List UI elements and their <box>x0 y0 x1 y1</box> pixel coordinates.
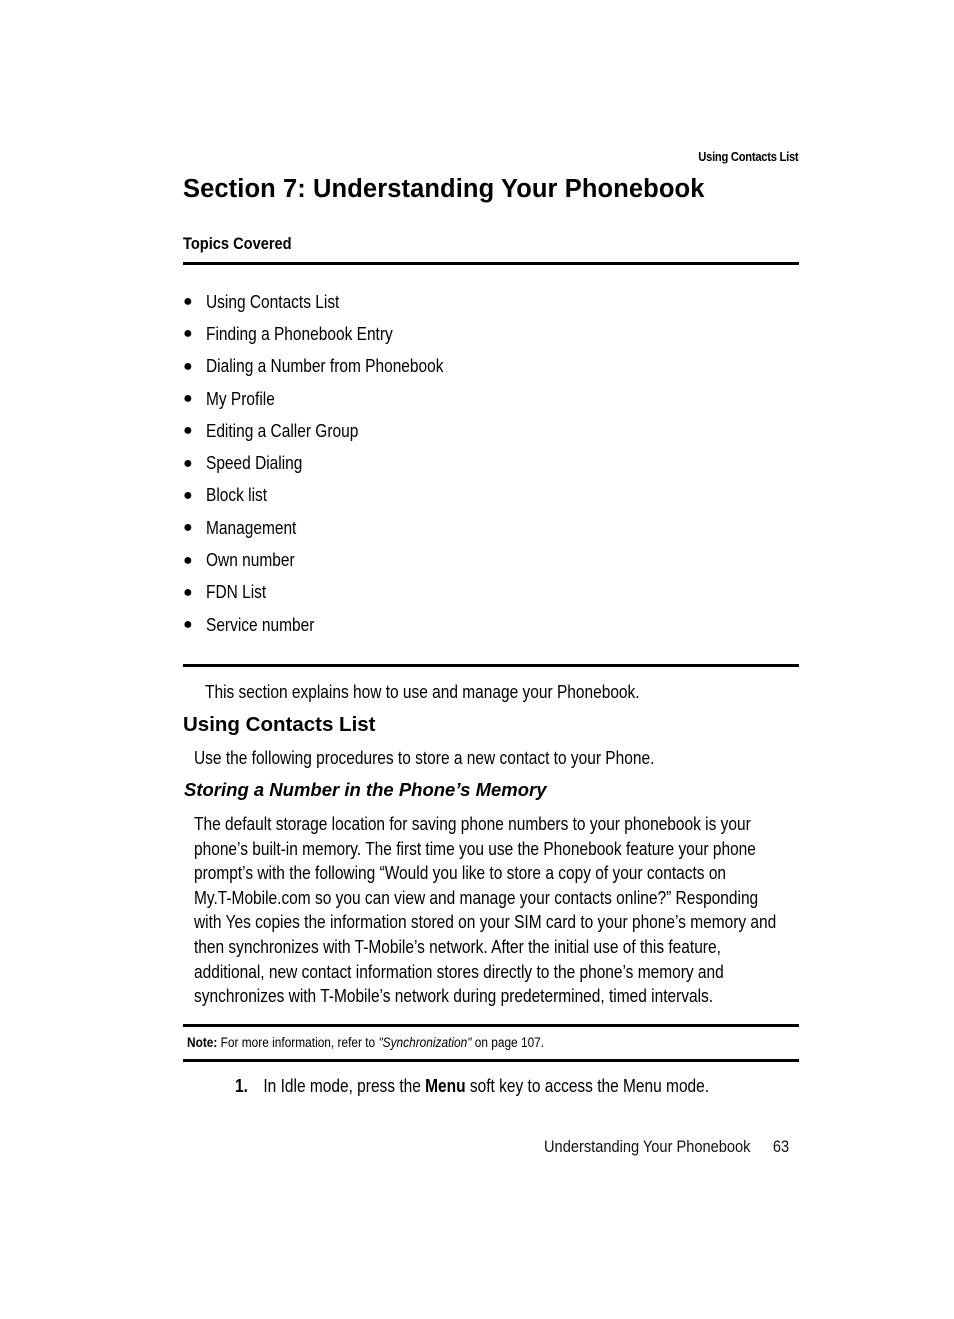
page-title: Section 7: Understanding Your Phonebook <box>183 175 705 203</box>
note-page-ref: on page 107. <box>471 1035 545 1050</box>
topic-item-label: Editing a Caller Group <box>206 420 359 441</box>
paragraph-line: phone’s built-in memory. The first time … <box>194 838 756 859</box>
bullet-icon: ● <box>183 422 193 440</box>
topic-item-label: Management <box>206 517 297 538</box>
topic-item[interactable]: ● Service number <box>183 609 482 641</box>
topic-item[interactable]: ● Using Contacts List <box>183 286 482 318</box>
bullet-icon: ● <box>183 519 193 537</box>
page-number: 63 <box>772 1137 790 1156</box>
topics-top-rule <box>183 262 799 265</box>
topic-item[interactable]: ● Management <box>183 512 482 544</box>
bullet-icon: ● <box>183 583 193 601</box>
topic-item-label: Dialing a Number from Phonebook <box>206 356 444 377</box>
step-text: In Idle mode, press the <box>263 1076 426 1096</box>
topic-item-label: Using Contacts List <box>206 291 340 312</box>
storage-paragraph: The default storage location for saving … <box>194 812 796 1009</box>
page-footer: Understanding Your Phonebook 63 <box>544 1137 789 1157</box>
paragraph-line: prompt’s with the following “Would you l… <box>194 863 727 884</box>
topics-bottom-rule <box>183 664 799 667</box>
paragraph-line: synchronizes with T-Mobile’s network dur… <box>194 986 714 1007</box>
step-item: 1. In Idle mode, press the Menu soft key … <box>235 1076 709 1097</box>
topic-item-label: Block list <box>206 485 268 506</box>
bullet-icon: ● <box>183 454 193 472</box>
topic-item[interactable]: ● Dialing a Number from Phonebook <box>183 351 482 383</box>
topics-covered-label: Topics Covered <box>183 234 292 253</box>
topic-item-label: Service number <box>206 614 315 635</box>
note-label: Note: <box>187 1035 218 1050</box>
topic-item[interactable]: ● My Profile <box>183 383 482 415</box>
menu-key-label: Menu <box>425 1076 466 1096</box>
section-intro: This section explains how to use and man… <box>205 682 640 702</box>
topic-item-label: Finding a Phonebook Entry <box>206 323 393 344</box>
topic-item[interactable]: ● Finding a Phonebook Entry <box>183 318 482 350</box>
synchronization-link[interactable]: "Synchronization" <box>378 1035 471 1050</box>
bullet-icon: ● <box>183 486 193 504</box>
running-header: Using Contacts List <box>697 149 798 164</box>
footer-title: Understanding Your Phonebook <box>544 1137 751 1156</box>
paragraph-line: then synchronizes with T-Mobile’s networ… <box>194 936 721 957</box>
paragraph-line: additional, new contact information stor… <box>194 961 724 982</box>
topic-item-label: Speed Dialing <box>206 453 303 474</box>
bullet-icon: ● <box>183 293 193 311</box>
topic-item[interactable]: ● Editing a Caller Group <box>183 415 482 447</box>
subsection-heading: Storing a Number in the Phone’s Memory <box>184 779 547 800</box>
step-text-end: soft key to access the Menu mode. <box>465 1076 710 1096</box>
note-top-rule <box>183 1024 799 1027</box>
section-intro-text: Use the following procedures to store a … <box>194 748 655 768</box>
section-heading: Using Contacts List <box>183 713 376 736</box>
bullet-icon: ● <box>183 357 193 375</box>
paragraph-line: with Yes copies the information stored o… <box>194 912 777 933</box>
bullet-icon: ● <box>183 390 193 408</box>
step-number: 1. <box>235 1076 248 1096</box>
note: Note: For more information, refer to "Sy… <box>187 1035 544 1050</box>
topics-list: ● Using Contacts List ● Finding a Phoneboo… <box>183 286 482 641</box>
paragraph-line: The default storage location for saving … <box>194 814 751 834</box>
topic-item-label: My Profile <box>206 388 275 409</box>
note-text: For more information, refer to <box>217 1035 379 1050</box>
topic-item-label: Own number <box>206 550 295 571</box>
bullet-icon: ● <box>183 325 193 343</box>
topic-item[interactable]: ● Speed Dialing <box>183 447 482 479</box>
bullet-icon: ● <box>183 616 193 634</box>
bullet-icon: ● <box>183 551 193 569</box>
note-bottom-rule <box>183 1059 799 1062</box>
topic-item[interactable]: ● Block list <box>183 480 482 512</box>
topic-item[interactable]: ● Own number <box>183 544 482 576</box>
paragraph-line: My.T-Mobile.com so you can view and mana… <box>194 887 759 908</box>
topic-item-label: FDN List <box>206 582 267 603</box>
topic-item[interactable]: ● FDN List <box>183 577 482 609</box>
